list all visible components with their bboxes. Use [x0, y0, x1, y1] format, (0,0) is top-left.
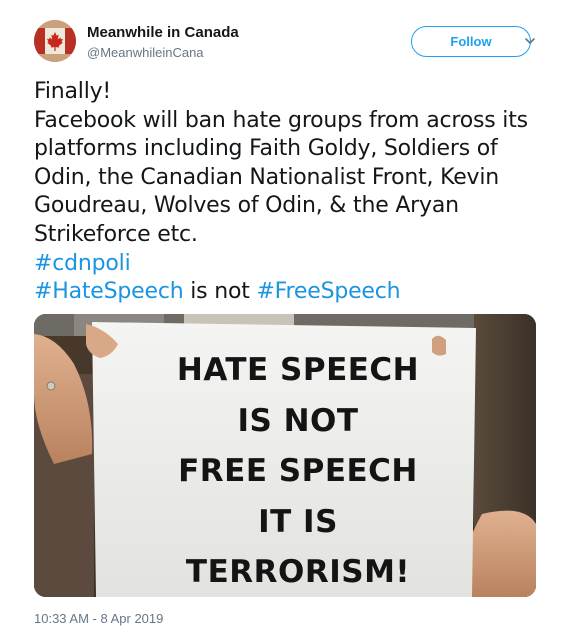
hashtag-hatespeech-link[interactable]: #HateSpeech	[34, 279, 184, 304]
connector-text: is not	[183, 279, 257, 305]
hashtag-freespeech-link[interactable]: #FreeSpeech	[256, 279, 400, 304]
tweet-text-line: Odin, the Canadian Nationalist Front, Ke…	[34, 164, 500, 190]
tweet-text: Finally! Facebook will ban hate groups f…	[34, 78, 544, 307]
author-name[interactable]: Meanwhile in Canada	[87, 24, 239, 41]
chevron-down-icon[interactable]	[524, 36, 536, 46]
tweet-timestamp[interactable]: 10:33 AM - 8 Apr 2019	[34, 611, 163, 626]
sign-line: TERRORISM!	[185, 554, 411, 590]
tweet-text-line: Facebook will ban hate groups from acros…	[34, 107, 528, 133]
author-handle[interactable]: @MeanwhileinCana	[87, 45, 204, 60]
tweet-text-line: Strikeforce etc.	[34, 221, 198, 247]
hashtag-cdnpoli-link[interactable]: #cdnpoli	[34, 251, 131, 276]
sign-line: IS NOT	[237, 402, 359, 439]
sign-line: FREE SPEECH	[178, 453, 418, 489]
follow-button[interactable]: Follow	[411, 26, 531, 57]
canadian-flag-icon	[34, 20, 76, 62]
tweet-card: Meanwhile in Canada @MeanwhileinCana Fol…	[0, 0, 569, 629]
tweet-photo[interactable]: HATE SPEECH IS NOT FREE SPEECH IT IS TER…	[34, 314, 536, 597]
sign-line: IT IS	[258, 503, 338, 540]
sign-line: HATE SPEECH	[176, 352, 420, 388]
hashtag-line: #HateSpeech is not #FreeSpeech	[34, 278, 544, 307]
protest-sign-text: HATE SPEECH IS NOT FREE SPEECH IT IS TER…	[128, 345, 468, 597]
tweet-text-line: Finally!	[34, 79, 112, 104]
avatar[interactable]	[34, 20, 76, 62]
tweet-text-line: platforms including Faith Goldy, Soldier…	[34, 136, 498, 162]
tweet-text-line: Goudreau, Wolves of Odin, & the Aryan	[34, 193, 459, 219]
hashtag-line-cdnpoli: #cdnpoli	[34, 250, 544, 279]
